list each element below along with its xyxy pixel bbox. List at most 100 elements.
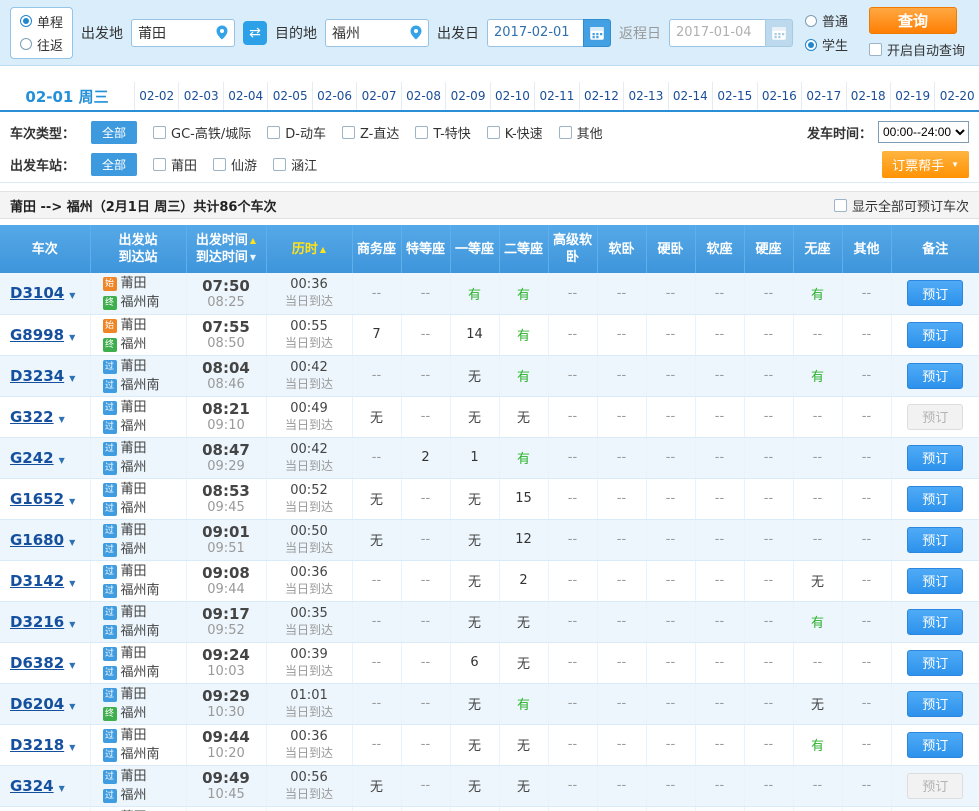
seat-availability-cell: -- (646, 683, 696, 725)
date-tab[interactable]: 02-02 (134, 82, 178, 110)
sort-desc-icon[interactable]: ▼ (250, 253, 256, 262)
depart-station-checkbox[interactable]: 莆田 (153, 155, 197, 174)
date-tab[interactable]: 02-15 (712, 82, 756, 110)
return-calendar-icon[interactable] (765, 18, 794, 47)
return-date-input[interactable]: 2017-01-04 (669, 18, 766, 47)
train-number-link[interactable]: D3104 (10, 284, 64, 302)
booking-helper-button[interactable]: 订票帮手 ▼ (882, 150, 969, 178)
book-button[interactable]: 预订 (907, 321, 964, 348)
depart-station-checkbox[interactable]: 涵江 (273, 155, 317, 174)
train-type-checkbox[interactable]: T-特快 (415, 123, 471, 142)
seat-availability-cell: -- (597, 519, 647, 561)
from-station-input[interactable]: 莆田 (131, 18, 236, 47)
train-results-table: 车次 出发站 到达站 出发时间 ▲ 到达时间 ▼ 历时 ▲ 商务座 特等座 一等座 二等座高… (0, 225, 979, 811)
date-tab[interactable]: 02-10 (489, 82, 534, 110)
date-tab[interactable]: 02-04 (222, 82, 267, 110)
depart-station-all-button[interactable]: 全部 (91, 152, 138, 176)
expand-caret-icon[interactable]: ▼ (69, 333, 75, 342)
checkbox-icon (153, 125, 167, 139)
book-button[interactable]: 预订 (907, 526, 964, 553)
book-button[interactable]: 预订 (907, 690, 964, 717)
expand-caret-icon[interactable]: ▼ (69, 661, 75, 670)
book-button[interactable]: 预订 (907, 567, 964, 594)
train-type-checkbox[interactable]: GC-高铁/城际 (153, 123, 251, 142)
date-tab[interactable]: 02-13 (623, 82, 667, 110)
date-tab[interactable]: 02-05 (267, 82, 311, 110)
date-tab[interactable]: 02-11 (534, 82, 578, 110)
train-type-all-button[interactable]: 全部 (91, 120, 138, 144)
swap-stations-icon[interactable]: ⇄ (243, 20, 268, 45)
date-tab[interactable]: 02-16 (756, 82, 801, 110)
expand-caret-icon[interactable]: ▼ (69, 538, 75, 547)
book-button[interactable]: 预订 (907, 362, 964, 389)
seat-availability-cell: -- (597, 683, 647, 725)
depart-date-input[interactable]: 2017-02-01 (487, 18, 584, 47)
book-button[interactable]: 预订 (907, 608, 964, 635)
date-tab[interactable]: 02-08 (400, 82, 445, 110)
date-tab[interactable]: 02-09 (445, 82, 489, 110)
student-passenger-radio[interactable]: 学生 (805, 35, 848, 54)
arrive-station-name: 福州 (120, 705, 147, 721)
date-tab[interactable]: 02-20 (934, 82, 978, 110)
train-type-checkbox[interactable]: K-快速 (486, 123, 543, 142)
sort-asc-icon[interactable]: ▲ (320, 245, 326, 254)
expand-caret-icon[interactable]: ▼ (69, 620, 75, 629)
date-tab[interactable]: 02-18 (845, 82, 890, 110)
train-number-link[interactable]: D3218 (10, 736, 64, 754)
expand-caret-icon[interactable]: ▼ (69, 702, 75, 711)
seat-availability-cell: -- (744, 765, 794, 807)
book-button[interactable]: 预订 (907, 649, 964, 676)
expand-caret-icon[interactable]: ▼ (69, 579, 75, 588)
depart-station-name: 莆田 (120, 604, 147, 620)
seat-availability-cell: -- (597, 273, 647, 315)
one-way-radio[interactable]: 单程 (20, 12, 63, 31)
train-number-link[interactable]: G324 (10, 777, 54, 795)
train-type-checkbox[interactable]: D-动车 (267, 123, 326, 142)
date-tab[interactable]: 02-19 (889, 82, 934, 110)
depart-calendar-icon[interactable] (583, 18, 612, 47)
train-number-link[interactable]: G1652 (10, 490, 64, 508)
expand-caret-icon[interactable]: ▼ (59, 456, 65, 465)
depart-station-checkbox[interactable]: 仙游 (213, 155, 257, 174)
book-button[interactable]: 预订 (907, 444, 964, 471)
date-tab[interactable]: 02-07 (356, 82, 400, 110)
date-tab[interactable]: 02-14 (667, 82, 712, 110)
train-number-link[interactable]: D3142 (10, 572, 64, 590)
train-number-link[interactable]: D3234 (10, 367, 64, 385)
train-number-link[interactable]: D3216 (10, 613, 64, 631)
train-number-link[interactable]: G242 (10, 449, 54, 467)
depart-time-select[interactable]: 00:00--24:00 (878, 121, 969, 143)
expand-caret-icon[interactable]: ▼ (59, 415, 65, 424)
date-tab[interactable]: 02-12 (578, 82, 623, 110)
seat-column-header: 软卧 (597, 225, 647, 273)
one-way-label: 单程 (37, 15, 64, 31)
train-number-link[interactable]: G322 (10, 408, 54, 426)
book-button[interactable]: 预订 (907, 485, 964, 512)
train-number-link[interactable]: D6204 (10, 695, 64, 713)
show-all-bookable-checkbox[interactable]: 显示全部可预订车次 (833, 196, 969, 215)
query-button[interactable]: 查询 (868, 6, 957, 34)
book-button[interactable]: 预订 (907, 280, 964, 307)
train-number-link[interactable]: G1680 (10, 531, 64, 549)
date-tab[interactable]: 02-06 (311, 82, 356, 110)
auto-query-checkbox[interactable]: 开启自动查询 (868, 40, 965, 59)
expand-caret-icon[interactable]: ▼ (69, 374, 75, 383)
seat-availability-cell: -- (695, 478, 745, 520)
book-button[interactable]: 预订 (907, 731, 964, 758)
expand-caret-icon[interactable]: ▼ (59, 784, 65, 793)
train-type-checkbox[interactable]: 其他 (558, 123, 603, 142)
seat-availability-cell: -- (548, 806, 598, 811)
expand-caret-icon[interactable]: ▼ (69, 497, 75, 506)
train-number-link[interactable]: D6382 (10, 654, 64, 672)
round-trip-radio[interactable]: 往返 (20, 35, 63, 54)
sort-asc-icon[interactable]: ▲ (250, 236, 256, 245)
expand-caret-icon[interactable]: ▼ (69, 291, 75, 300)
date-tab[interactable]: 02-17 (801, 82, 845, 110)
expand-caret-icon[interactable]: ▼ (69, 743, 75, 752)
date-tab-active[interactable]: 02-01 周三 (0, 82, 134, 110)
train-number-link[interactable]: G8998 (10, 326, 64, 344)
date-tab[interactable]: 02-03 (178, 82, 222, 110)
train-type-checkbox[interactable]: Z-直达 (341, 123, 399, 142)
to-station-input[interactable]: 福州 (325, 18, 430, 47)
normal-passenger-radio[interactable]: 普通 (805, 11, 848, 30)
